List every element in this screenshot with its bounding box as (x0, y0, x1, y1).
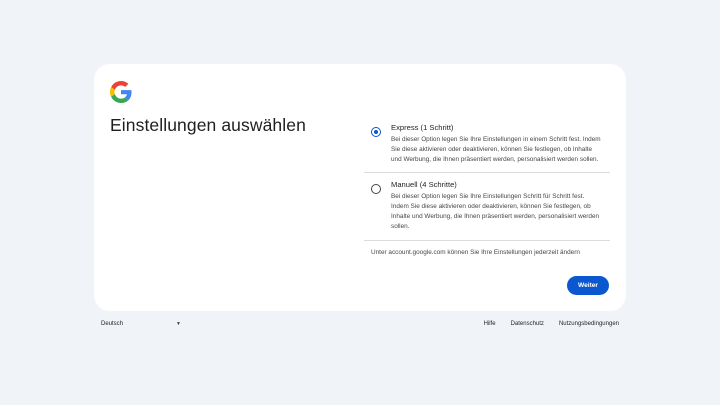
option-express-description: Bei dieser Option legen Sie Ihre Einstel… (391, 135, 601, 164)
option-manual-description: Bei dieser Option legen Sie Ihre Einstel… (391, 192, 599, 231)
help-link[interactable]: Hilfe (484, 321, 496, 327)
option-express-text: Express (1 Schritt) Bei dieser Option le… (391, 123, 601, 164)
option-express-desc-line: Sie diese aktivieren oder deaktivieren, … (391, 145, 593, 153)
option-manual-desc-line: sollen. (391, 222, 410, 230)
divider (364, 239, 610, 241)
language-label: Deutsch (101, 321, 124, 327)
next-button[interactable]: Weiter (567, 276, 609, 295)
option-manual-desc-line: Bei dieser Option legen Sie Ihre Einstel… (391, 193, 585, 201)
language-selector[interactable]: Deutsch ▼ (101, 321, 181, 327)
google-logo-icon (110, 81, 132, 103)
settings-card: Einstellungen auswählen Express (1 Schri… (94, 64, 626, 311)
option-manual-desc-line: Inhalte und Werbung, die Ihnen präsentie… (391, 212, 600, 220)
option-manual-title: Manuell (4 Schritte) (391, 180, 457, 190)
option-express-title: Express (1 Schritt) (391, 123, 454, 132)
option-express-desc-line: und Werbung, die Ihnen präsentiert werde… (391, 155, 599, 163)
option-manual-text: Manuell (4 Schritte) Bei dieser Option l… (391, 180, 599, 231)
dropdown-caret-icon: ▼ (176, 321, 181, 327)
privacy-link[interactable]: Datenschutz (511, 321, 544, 327)
option-manual-desc-line: Indem Sie diese aktivieren oder deaktivi… (391, 203, 591, 211)
page-title: Einstellungen auswählen (110, 115, 306, 135)
radio-manual[interactable] (371, 184, 381, 195)
footer-links: Hilfe Datenschutz Nutzungsbedingungen (484, 321, 619, 327)
terms-link[interactable]: Nutzungsbedingungen (559, 321, 619, 327)
option-express[interactable]: Express (1 Schritt) Bei dieser Option le… (364, 120, 610, 172)
option-express-desc-line: Bei dieser Option legen Sie Ihre Einstel… (391, 136, 601, 143)
option-manual[interactable]: Manuell (4 Schritte) Bei dieser Option l… (364, 173, 610, 239)
account-settings-note: Unter account.google.com können Sie Ihre… (371, 249, 580, 256)
radio-express[interactable] (371, 127, 381, 137)
options-list: Express (1 Schritt) Bei dieser Option le… (364, 120, 610, 241)
